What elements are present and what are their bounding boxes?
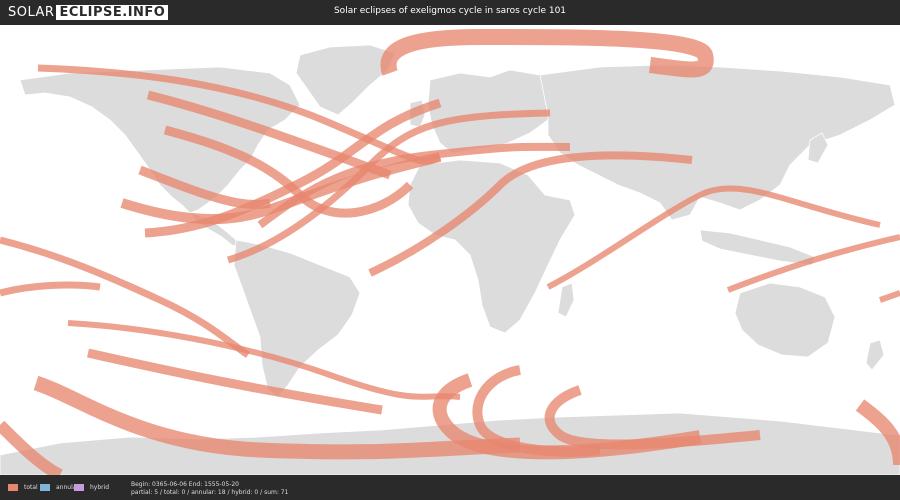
eclipse-path-19[interactable] xyxy=(380,28,714,78)
legend-item-hybrid: hybrid xyxy=(74,484,109,491)
legend-swatch-total xyxy=(8,484,18,491)
legend-label-hybrid: hybrid xyxy=(90,484,110,491)
cycle-stats: Begin: 0365-06-06 End: 1555-05-20 partia… xyxy=(131,481,288,497)
legend-label-total: total xyxy=(24,484,38,491)
land-asia xyxy=(539,64,896,221)
eclipse-path-4[interactable] xyxy=(87,348,383,415)
eclipse-path-map xyxy=(0,28,900,475)
eclipse-path-2[interactable] xyxy=(0,281,101,297)
world-map xyxy=(0,25,900,475)
land-masses xyxy=(0,44,900,475)
top-bar: SOLAR ECLIPSE.INFO Solar eclipses of exe… xyxy=(0,0,900,25)
land-southeast-asia xyxy=(699,229,816,266)
land-south-america xyxy=(233,239,361,398)
land-australia xyxy=(734,282,836,358)
legend-swatch-annular xyxy=(40,484,50,491)
eclipse-path-1[interactable] xyxy=(0,236,250,358)
footer-bar: total annular hybrid Begin: 0365-06-06 E… xyxy=(0,475,900,500)
land-africa xyxy=(407,159,576,334)
eclipse-path-18[interactable] xyxy=(879,290,900,303)
cycle-date-range: Begin: 0365-06-06 End: 1555-05-20 xyxy=(131,481,239,488)
land-north-america xyxy=(19,66,301,214)
land-greenland xyxy=(295,44,396,116)
legend-swatch-hybrid xyxy=(74,484,84,491)
land-new-zealand xyxy=(865,339,885,371)
legend-item-total: total xyxy=(8,484,38,491)
land-madagascar xyxy=(557,282,575,318)
page-title: Solar eclipses of exeligmos cycle in sar… xyxy=(333,6,567,16)
cycle-eclipse-counts: partial: 5 / total: 0 / annular: 18 / hy… xyxy=(131,489,289,496)
